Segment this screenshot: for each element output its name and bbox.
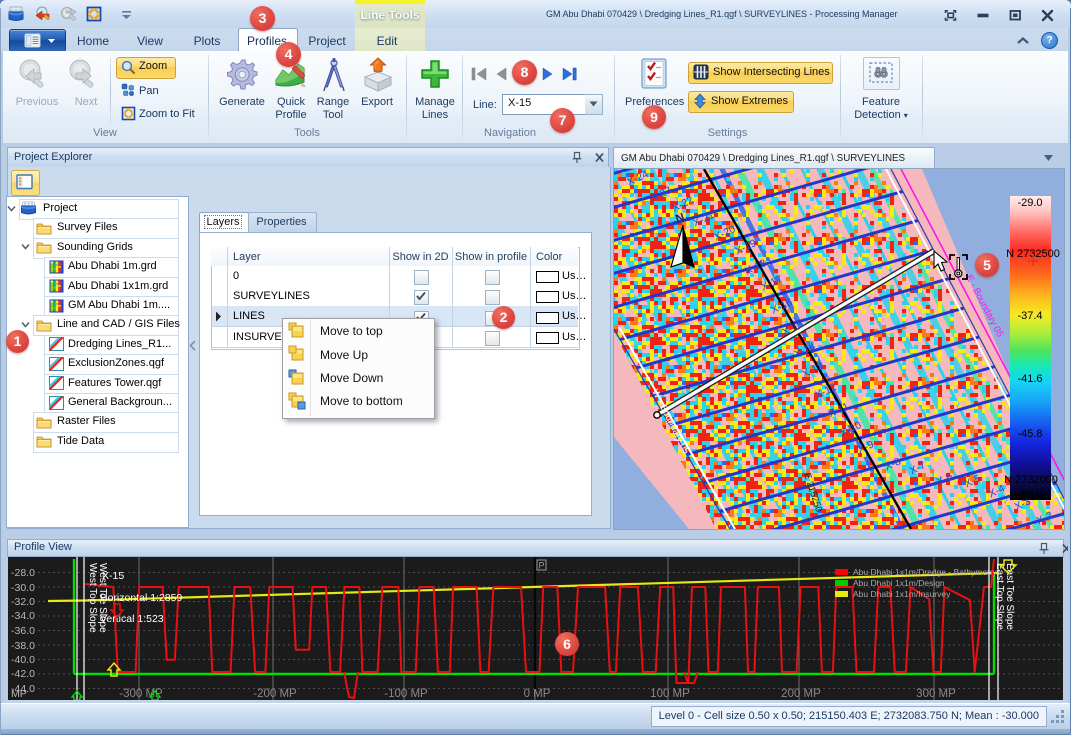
svg-text:-32.0: -32.0	[11, 596, 35, 608]
svg-text:Abu Dhabi 1x1m/Design: Abu Dhabi 1x1m/Design	[853, 578, 945, 588]
svg-text:-37.4: -37.4	[1017, 310, 1042, 322]
svg-text:0 MP: 0 MP	[524, 688, 551, 700]
svg-text:-28.0: -28.0	[11, 567, 35, 579]
svg-text:100 MP: 100 MP	[650, 688, 690, 700]
svg-text:-300 MP: -300 MP	[119, 688, 163, 700]
svg-text:200 MP: 200 MP	[781, 688, 821, 700]
svg-text:300 MP: 300 MP	[916, 688, 956, 700]
svg-text:-41.6: -41.6	[1017, 373, 1042, 385]
svg-text:-40.0: -40.0	[11, 654, 35, 666]
svg-text:-34.0: -34.0	[11, 610, 35, 622]
svg-text:-42.0: -42.0	[11, 668, 35, 680]
svg-text:East Toe Slope: East Toe Slope	[1004, 563, 1015, 631]
svg-text:Abu Dhabi 1x1m/Insurvey: Abu Dhabi 1x1m/Insurvey	[853, 589, 951, 599]
svg-text:-100 MP: -100 MP	[384, 688, 428, 700]
svg-text:MP: MP	[11, 688, 27, 700]
svg-text:Horizontal 1:2859: Horizontal 1:2859	[100, 592, 182, 604]
svg-text:-36.0: -36.0	[11, 625, 35, 637]
svg-text:X-15: X-15	[102, 570, 124, 582]
svg-text:-200 MP: -200 MP	[253, 688, 297, 700]
svg-text:-38.0: -38.0	[11, 640, 35, 652]
svg-text:Vertical 1:523: Vertical 1:523	[100, 613, 164, 625]
svg-text:Abu Dhabi 1x1m/Dredge - Bathym: Abu Dhabi 1x1m/Dredge - Bathymetry	[853, 567, 997, 577]
svg-text:N 2732000: N 2732000	[1004, 474, 1058, 486]
svg-text:-45.8: -45.8	[1017, 428, 1042, 440]
svg-text:P: P	[539, 561, 545, 571]
svg-text:-30.0: -30.0	[11, 582, 35, 594]
svg-text:West Top Slope: West Top Slope	[87, 563, 98, 633]
svg-text:-29.0: -29.0	[1017, 197, 1042, 209]
svg-text:-50.0: -50.0	[1017, 489, 1042, 501]
